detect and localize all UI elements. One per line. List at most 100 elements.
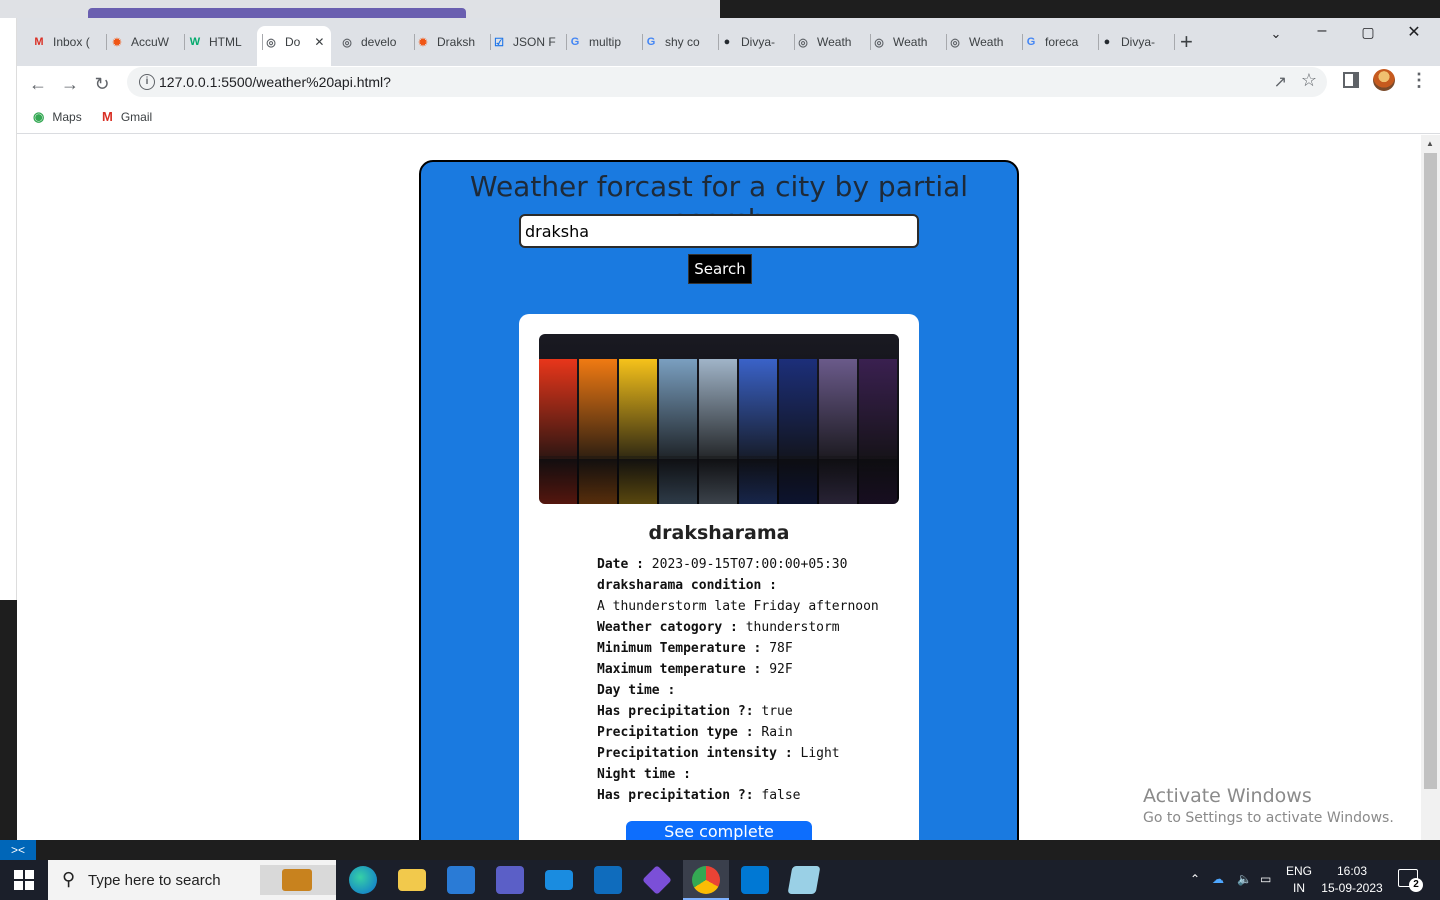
tab-8[interactable]: Gshy co (643, 30, 719, 54)
menu-icon[interactable]: ⋮ (1410, 70, 1428, 91)
vscode-icon[interactable] (741, 866, 769, 894)
reload-button[interactable]: ↻ (89, 71, 115, 97)
store-icon[interactable] (447, 866, 475, 894)
weather-detail-row: Date : 2023-09-15T07:00:00+05:30 (597, 554, 879, 575)
detail-label: Has precipitation ?: (597, 704, 762, 719)
tab-0[interactable]: M Inbox ( (31, 30, 107, 54)
app-diamond-icon[interactable] (642, 865, 672, 895)
background-window-tab (88, 8, 466, 18)
weather-image (539, 334, 899, 504)
tab-14[interactable]: ● Divya- (1099, 30, 1175, 54)
minimize-button[interactable]: – (1299, 22, 1345, 40)
tab-12[interactable]: ◎ Weath (947, 30, 1023, 54)
search-icon: ⚲ (62, 869, 76, 889)
profile-avatar[interactable] (1373, 69, 1395, 91)
bookmark-gmail[interactable]: M Gmail (102, 109, 152, 124)
editor-status-bar: >< (0, 840, 1440, 860)
tab-10[interactable]: ◎ Weath (795, 30, 871, 54)
weather-detail-row: A thunderstorm late Friday afternoon (597, 596, 879, 617)
detail-value: thunderstorm (745, 620, 840, 635)
tab-9[interactable]: ● Divya- (719, 30, 795, 54)
chrome-icon[interactable] (692, 866, 720, 894)
tab-label: HTML (209, 35, 242, 49)
tab-6[interactable]: ☑ JSON F (491, 30, 567, 54)
clock-time: 16:03 (1336, 864, 1368, 878)
tab-7[interactable]: Gmultip (567, 30, 643, 54)
maps-icon: ◉ (33, 109, 45, 124)
tab-label: Weath (817, 35, 852, 49)
tray-chevron-icon[interactable]: ⌃ (1190, 872, 1200, 886)
bookmark-maps[interactable]: ◉ Maps (33, 109, 82, 125)
browser-toolbar: ← → ↻ i 127.0.0.1:5500/weather%20api.htm… (17, 66, 1440, 102)
tab-label: JSON F (513, 35, 556, 49)
scrollbar-thumb[interactable] (1424, 153, 1437, 789)
google-icon: G (570, 36, 580, 48)
close-tab-icon[interactable]: ✕ (314, 35, 324, 49)
clock[interactable]: 16:03 15-09-2023 (1318, 863, 1386, 897)
remote-indicator-icon[interactable]: >< (0, 840, 36, 860)
tab-label: multip (589, 35, 622, 49)
network-icon[interactable]: ▭ (1260, 872, 1271, 886)
accuweather-icon: ✹ (418, 36, 428, 49)
detail-label: Night time : (597, 767, 691, 782)
side-panel-icon[interactable] (1343, 72, 1359, 88)
weather-detail-row: Has precipitation ?: false (597, 785, 879, 806)
weather-detail-row: Precipitation intensity : Light (597, 743, 879, 764)
weather-container: Weather forcast for a city by partial se… (419, 160, 1019, 850)
new-tab-button[interactable]: + (1180, 29, 1193, 55)
file-explorer-icon[interactable] (398, 869, 426, 891)
detail-label: Maximum temperature : (597, 662, 770, 677)
tab-13[interactable]: Gforeca (1023, 30, 1099, 54)
page-scrollbar[interactable]: ▲ ▼ (1421, 135, 1440, 850)
address-bar[interactable]: i 127.0.0.1:5500/weather%20api.html? ↗ ☆ (127, 67, 1327, 97)
forward-button[interactable]: → (57, 71, 83, 97)
city-name: draksharama (648, 522, 790, 544)
background-window-edge (0, 18, 17, 850)
detail-value: Light (800, 746, 840, 761)
share-icon[interactable]: ↗ (1274, 72, 1287, 92)
teams-icon[interactable] (496, 866, 524, 894)
tab-11[interactable]: ◎ Weath (871, 30, 947, 54)
url-text[interactable]: 127.0.0.1:5500/weather%20api.html? (159, 74, 391, 90)
outlook-icon[interactable] (594, 866, 622, 894)
tab-5[interactable]: ✹ Draksh (415, 30, 491, 54)
tab-2[interactable]: W HTML (187, 30, 263, 54)
windows-start-icon[interactable] (14, 870, 34, 890)
weather-detail-row: Weather catogory : thunderstorm (597, 617, 879, 638)
detail-value: A thunderstorm late Friday afternoon (597, 599, 879, 614)
close-window-button[interactable]: ✕ (1391, 22, 1437, 42)
mail-icon[interactable] (545, 870, 573, 890)
watermark-subtitle: Go to Settings to activate Windows. (1143, 810, 1394, 826)
language-indicator[interactable]: ENG IN (1284, 863, 1314, 897)
bookmarks-bar: ◉ Maps M Gmail (17, 102, 1440, 134)
city-search-input[interactable] (519, 214, 919, 248)
bookmark-star-icon[interactable]: ☆ (1301, 70, 1317, 91)
notepad-icon[interactable] (787, 866, 821, 894)
tab-4[interactable]: ◎ develo (339, 30, 415, 54)
desktop-background-top (0, 0, 1440, 18)
scroll-up-arrow[interactable]: ▲ (1426, 139, 1434, 148)
onedrive-icon[interactable]: ☁ (1212, 872, 1224, 886)
tab-1[interactable]: ✹ AccuW (109, 30, 185, 54)
google-icon: G (646, 36, 656, 48)
edge-icon[interactable] (349, 866, 377, 894)
volume-icon[interactable]: 🔈 (1237, 872, 1252, 886)
taskbar-search-placeholder: Type here to search (88, 872, 221, 889)
clock-date: 15-09-2023 (1321, 881, 1383, 895)
tab-search-icon[interactable]: ⌄ (1253, 26, 1299, 42)
image-strip (619, 359, 657, 459)
search-button[interactable]: Search (688, 254, 752, 284)
detail-label: Day time : (597, 683, 676, 698)
notification-center-icon[interactable]: 2 (1398, 869, 1423, 892)
globe-icon: ◎ (798, 36, 808, 49)
back-button[interactable]: ← (25, 71, 51, 97)
maximize-button[interactable]: ▢ (1345, 24, 1391, 41)
image-strip (539, 359, 577, 459)
tab-3[interactable]: ◎ Do ✕ (263, 30, 331, 54)
tab-label: Do (285, 35, 301, 49)
weather-detail-row: Night time : (597, 764, 879, 785)
site-info-icon[interactable]: i (139, 74, 155, 90)
taskbar-search-box[interactable]: ⚲ Type here to search (48, 860, 336, 900)
browser-window: M Inbox (✹ AccuW W HTML ◎ Do ✕ ◎ develo ✹ Draksh ☑ JS… (17, 18, 1440, 850)
globe-icon: ◎ (342, 36, 352, 49)
